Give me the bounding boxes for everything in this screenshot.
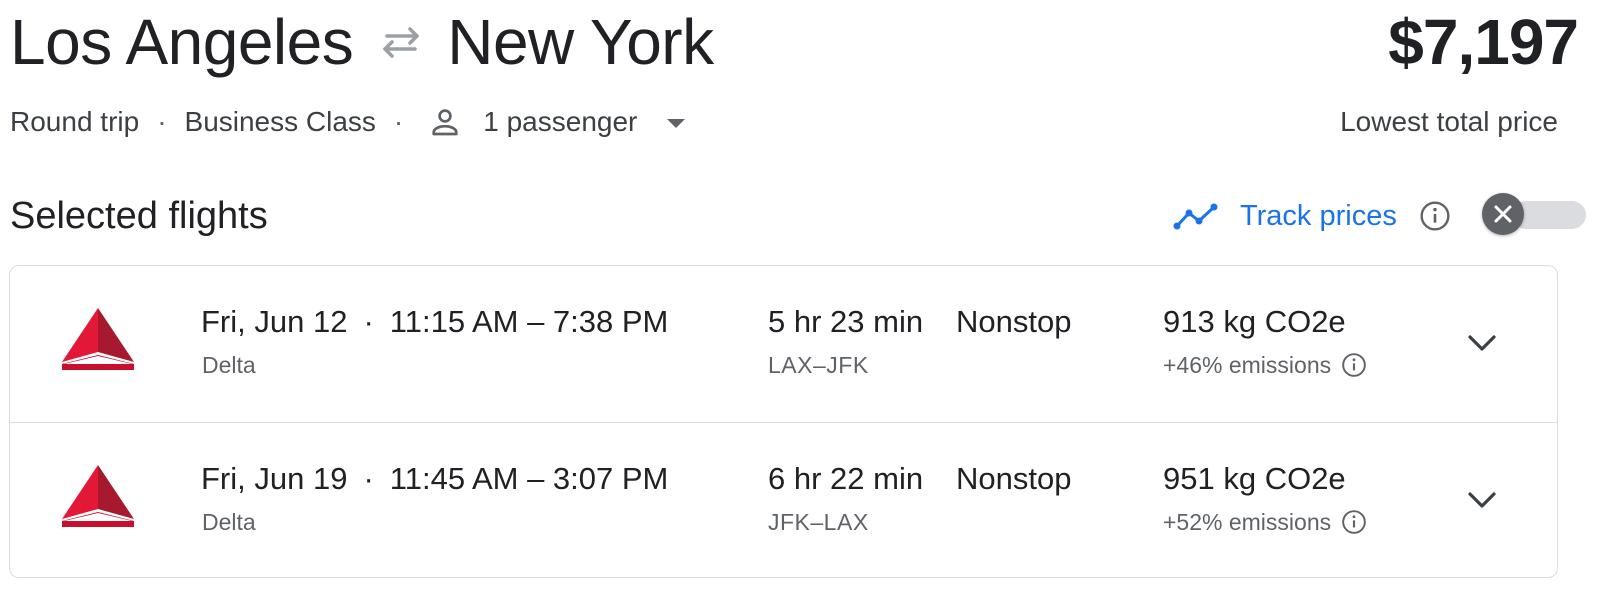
flight-stops: Nonstop [956, 304, 1072, 339]
co2-amount: 913 kg CO2e [1163, 304, 1346, 339]
chevron-down-icon[interactable] [1462, 328, 1502, 358]
origin-city: Los Angeles [10, 6, 354, 78]
flight-row[interactable]: Fri, Jun 19 · 11:45 AM – 3:07 PM Delta 6 h… [10, 422, 1557, 578]
flight-date: Fri, Jun 12 [201, 304, 348, 339]
flight-time-range: 11:45 AM – 3:07 PM [389, 461, 669, 496]
trend-line-icon [1173, 203, 1218, 230]
track-prices[interactable]: Track prices [1172, 194, 1451, 238]
airport-route: LAX–JFK [768, 352, 869, 378]
route: Los Angeles New York [10, 2, 714, 82]
airport-route: JFK–LAX [768, 509, 869, 535]
flight-stops: Nonstop [956, 461, 1072, 496]
passenger-count[interactable]: 1 passenger [483, 106, 637, 138]
separator: · [363, 304, 374, 339]
info-icon[interactable] [1419, 200, 1451, 232]
person-icon [432, 109, 458, 136]
trip-header: Los Angeles New York $7,197 [10, 0, 1590, 90]
delta-logo-icon [62, 308, 134, 370]
emissions-info: +52% emissions [1163, 507, 1367, 537]
destination-city: New York [447, 6, 714, 78]
trip-type[interactable]: Round trip [10, 106, 139, 138]
separator: · [393, 106, 404, 137]
emissions-percent: +46% emissions [1163, 352, 1332, 378]
total-price: $7,197 [1388, 6, 1579, 78]
separator: · [157, 106, 167, 137]
emissions-percent: +52% emissions [1163, 509, 1332, 535]
flight-row[interactable]: Fri, Jun 12 · 11:15 AM – 7:38 PM Delta 5 h… [10, 266, 1557, 422]
emissions-info: +46% emissions [1163, 350, 1367, 380]
delta-logo-icon [62, 465, 134, 527]
dropdown-caret-icon[interactable] [667, 118, 686, 128]
cabin-class[interactable]: Business Class [185, 106, 376, 138]
chevron-down-icon[interactable] [1462, 485, 1502, 515]
flight-date: Fri, Jun 19 [201, 461, 348, 496]
flight-times: Fri, Jun 12 · 11:15 AM – 7:38 PM [201, 304, 668, 340]
flight-times: Fri, Jun 19 · 11:45 AM – 3:07 PM [201, 461, 668, 497]
flight-time-range: 11:15 AM – 7:38 PM [389, 304, 669, 339]
separator: · [363, 461, 374, 496]
flight-duration: 6 hr 22 min [768, 461, 924, 496]
selected-flights-card: Fri, Jun 12 · 11:15 AM – 7:38 PM Delta 5 h… [9, 265, 1558, 578]
info-icon[interactable] [1341, 509, 1367, 535]
airline-name: Delta [202, 509, 256, 535]
co2-amount: 951 kg CO2e [1163, 461, 1346, 496]
section-title: Selected flights [10, 195, 268, 237]
swap-arrows-icon[interactable] [377, 22, 425, 62]
track-prices-toggle[interactable] [1482, 191, 1586, 237]
info-icon[interactable] [1341, 352, 1367, 378]
close-icon[interactable] [1482, 193, 1524, 235]
track-prices-label[interactable]: Track prices [1240, 200, 1397, 233]
trip-options: Round trip · Business Class · 1 passenge… [10, 100, 686, 144]
airline-name: Delta [202, 352, 256, 378]
flight-duration: 5 hr 23 min [768, 304, 924, 339]
price-caption: Lowest total price [1340, 106, 1558, 137]
